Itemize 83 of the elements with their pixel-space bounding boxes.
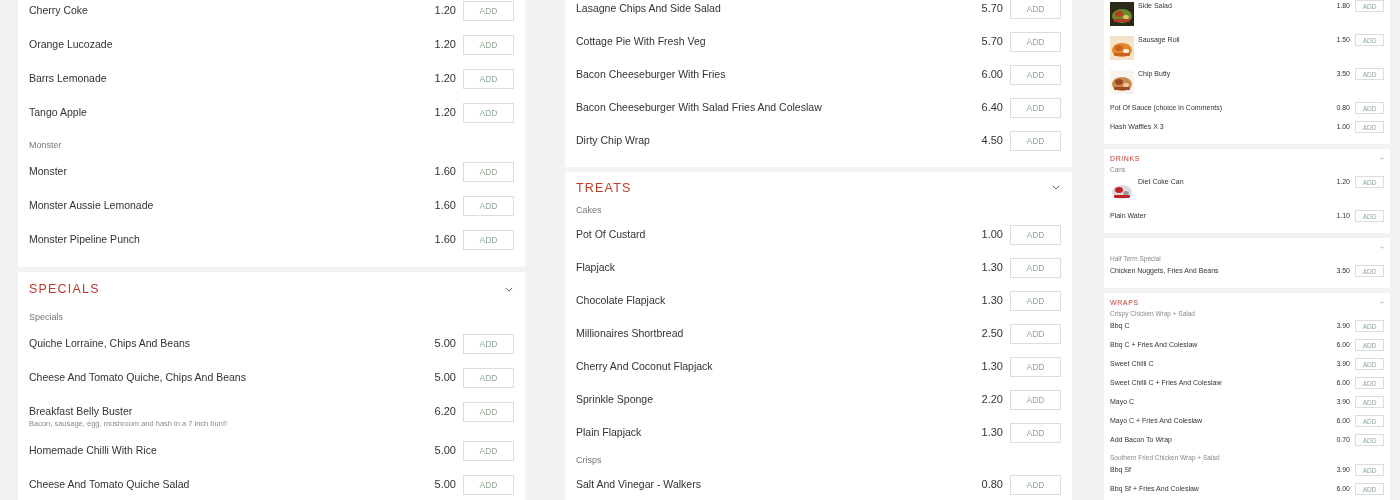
add-button[interactable]: ADD — [1010, 390, 1061, 410]
item-price: 6.00 — [981, 68, 1003, 81]
item-price: 5.00 — [434, 478, 456, 491]
item-name: Cherry And Coconut Flapjack — [576, 360, 714, 373]
item-price: 5.70 — [981, 35, 1003, 48]
group-heading: Specials — [29, 311, 65, 324]
item-price: 5.00 — [434, 371, 456, 384]
item-price: 6.40 — [981, 101, 1003, 114]
add-button[interactable]: ADD — [1010, 98, 1061, 118]
add-button[interactable]: ADD — [463, 162, 514, 182]
item-name: Millionaires Shortbread — [576, 327, 685, 340]
item-price: 1.30 — [981, 294, 1003, 307]
item-price: 1.30 — [981, 261, 1003, 274]
item-name: Pot Of Custard — [576, 228, 647, 241]
item-name: Cherry Coke — [29, 4, 89, 17]
add-button[interactable]: ADD — [1010, 423, 1061, 443]
item-name: Cottage Pie With Fresh Veg — [576, 35, 707, 48]
add-button[interactable]: ADD — [1010, 357, 1061, 377]
item-name: Monster Aussie Lemonade — [29, 199, 155, 212]
add-button[interactable]: ADD — [463, 441, 514, 461]
item-name: Chocolate Flapjack — [576, 294, 667, 307]
item-name: Homemade Chilli With Rice — [29, 444, 158, 457]
group-heading: Cakes — [576, 204, 603, 217]
item-name: Flapjack — [576, 261, 617, 274]
section-title: TREATS — [576, 180, 632, 195]
add-button[interactable]: ADD — [1010, 131, 1061, 151]
item-name: Salt And Vinegar - Walkers — [576, 478, 702, 491]
item-name: Cheese And Tomato Quiche, Chips And Beans — [29, 371, 247, 384]
add-button[interactable]: ADD — [463, 196, 514, 216]
add-button[interactable]: ADD — [1010, 324, 1061, 344]
add-button[interactable]: ADD — [463, 103, 514, 123]
group-heading: Monster — [29, 139, 63, 152]
item-name: Barrs Lemonade — [29, 72, 108, 85]
add-button[interactable]: ADD — [463, 1, 514, 21]
item-price: 1.00 — [981, 228, 1003, 241]
chevron-down-icon[interactable] — [1052, 185, 1060, 190]
add-button[interactable]: ADD — [1010, 258, 1061, 278]
item-price: 4.50 — [981, 134, 1003, 147]
add-button[interactable]: ADD — [463, 69, 514, 89]
add-button[interactable]: ADD — [463, 368, 514, 388]
add-button[interactable]: ADD — [1010, 0, 1061, 19]
add-button[interactable]: ADD — [1010, 32, 1061, 52]
item-name: Monster — [29, 165, 68, 178]
add-button[interactable]: ADD — [1010, 65, 1061, 85]
item-price: 6.20 — [434, 405, 456, 418]
item-price: 0.80 — [981, 478, 1003, 491]
add-button[interactable]: ADD — [1010, 225, 1061, 245]
item-name: Monster Pipeline Punch — [29, 233, 141, 246]
item-price: 5.70 — [981, 2, 1003, 15]
item-name: Breakfast Belly Buster — [29, 405, 134, 418]
group-heading: Crisps — [576, 454, 603, 467]
add-button[interactable]: ADD — [463, 334, 514, 354]
item-price: 2.50 — [981, 327, 1003, 340]
item-price: 1.60 — [434, 165, 456, 178]
item-price: 1.20 — [434, 38, 456, 51]
item-price: 1.30 — [981, 360, 1003, 373]
item-price: 2.20 — [981, 393, 1003, 406]
add-button[interactable]: ADD — [463, 230, 514, 250]
item-name: Plain Flapjack — [576, 426, 643, 439]
add-button[interactable]: ADD — [463, 475, 514, 495]
chevron-down-icon[interactable] — [505, 286, 513, 292]
item-price: 1.20 — [434, 106, 456, 119]
item-price: 5.00 — [434, 444, 456, 457]
item-name: Orange Lucozade — [29, 38, 114, 51]
item-name: Cheese And Tomato Quiche Salad — [29, 478, 191, 491]
item-price: 1.30 — [981, 426, 1003, 439]
item-name: Dirty Chip Wrap — [576, 134, 651, 147]
item-name: Lasagne Chips And Side Salad — [576, 2, 722, 15]
item-price: 1.60 — [434, 199, 456, 212]
section-title: SPECIALS — [29, 282, 100, 296]
add-button[interactable]: ADD — [463, 35, 514, 55]
item-name: Quiche Lorraine, Chips And Beans — [29, 337, 192, 350]
item-price: 1.20 — [434, 4, 456, 17]
item-name: Tango Apple — [29, 106, 88, 119]
item-price: 1.60 — [434, 233, 456, 246]
item-price: 5.00 — [434, 337, 456, 350]
item-name: Bacon Cheeseburger With Salad Fries And Coleslaw — [576, 101, 823, 114]
item-price: 1.20 — [434, 72, 456, 85]
item-name: Bacon Cheeseburger With Fries — [576, 68, 727, 81]
add-button[interactable]: ADD — [1010, 291, 1061, 311]
add-button[interactable]: ADD — [1010, 475, 1061, 495]
add-button[interactable]: ADD — [463, 402, 514, 422]
item-name: Sprinkle Sponge — [576, 393, 655, 406]
